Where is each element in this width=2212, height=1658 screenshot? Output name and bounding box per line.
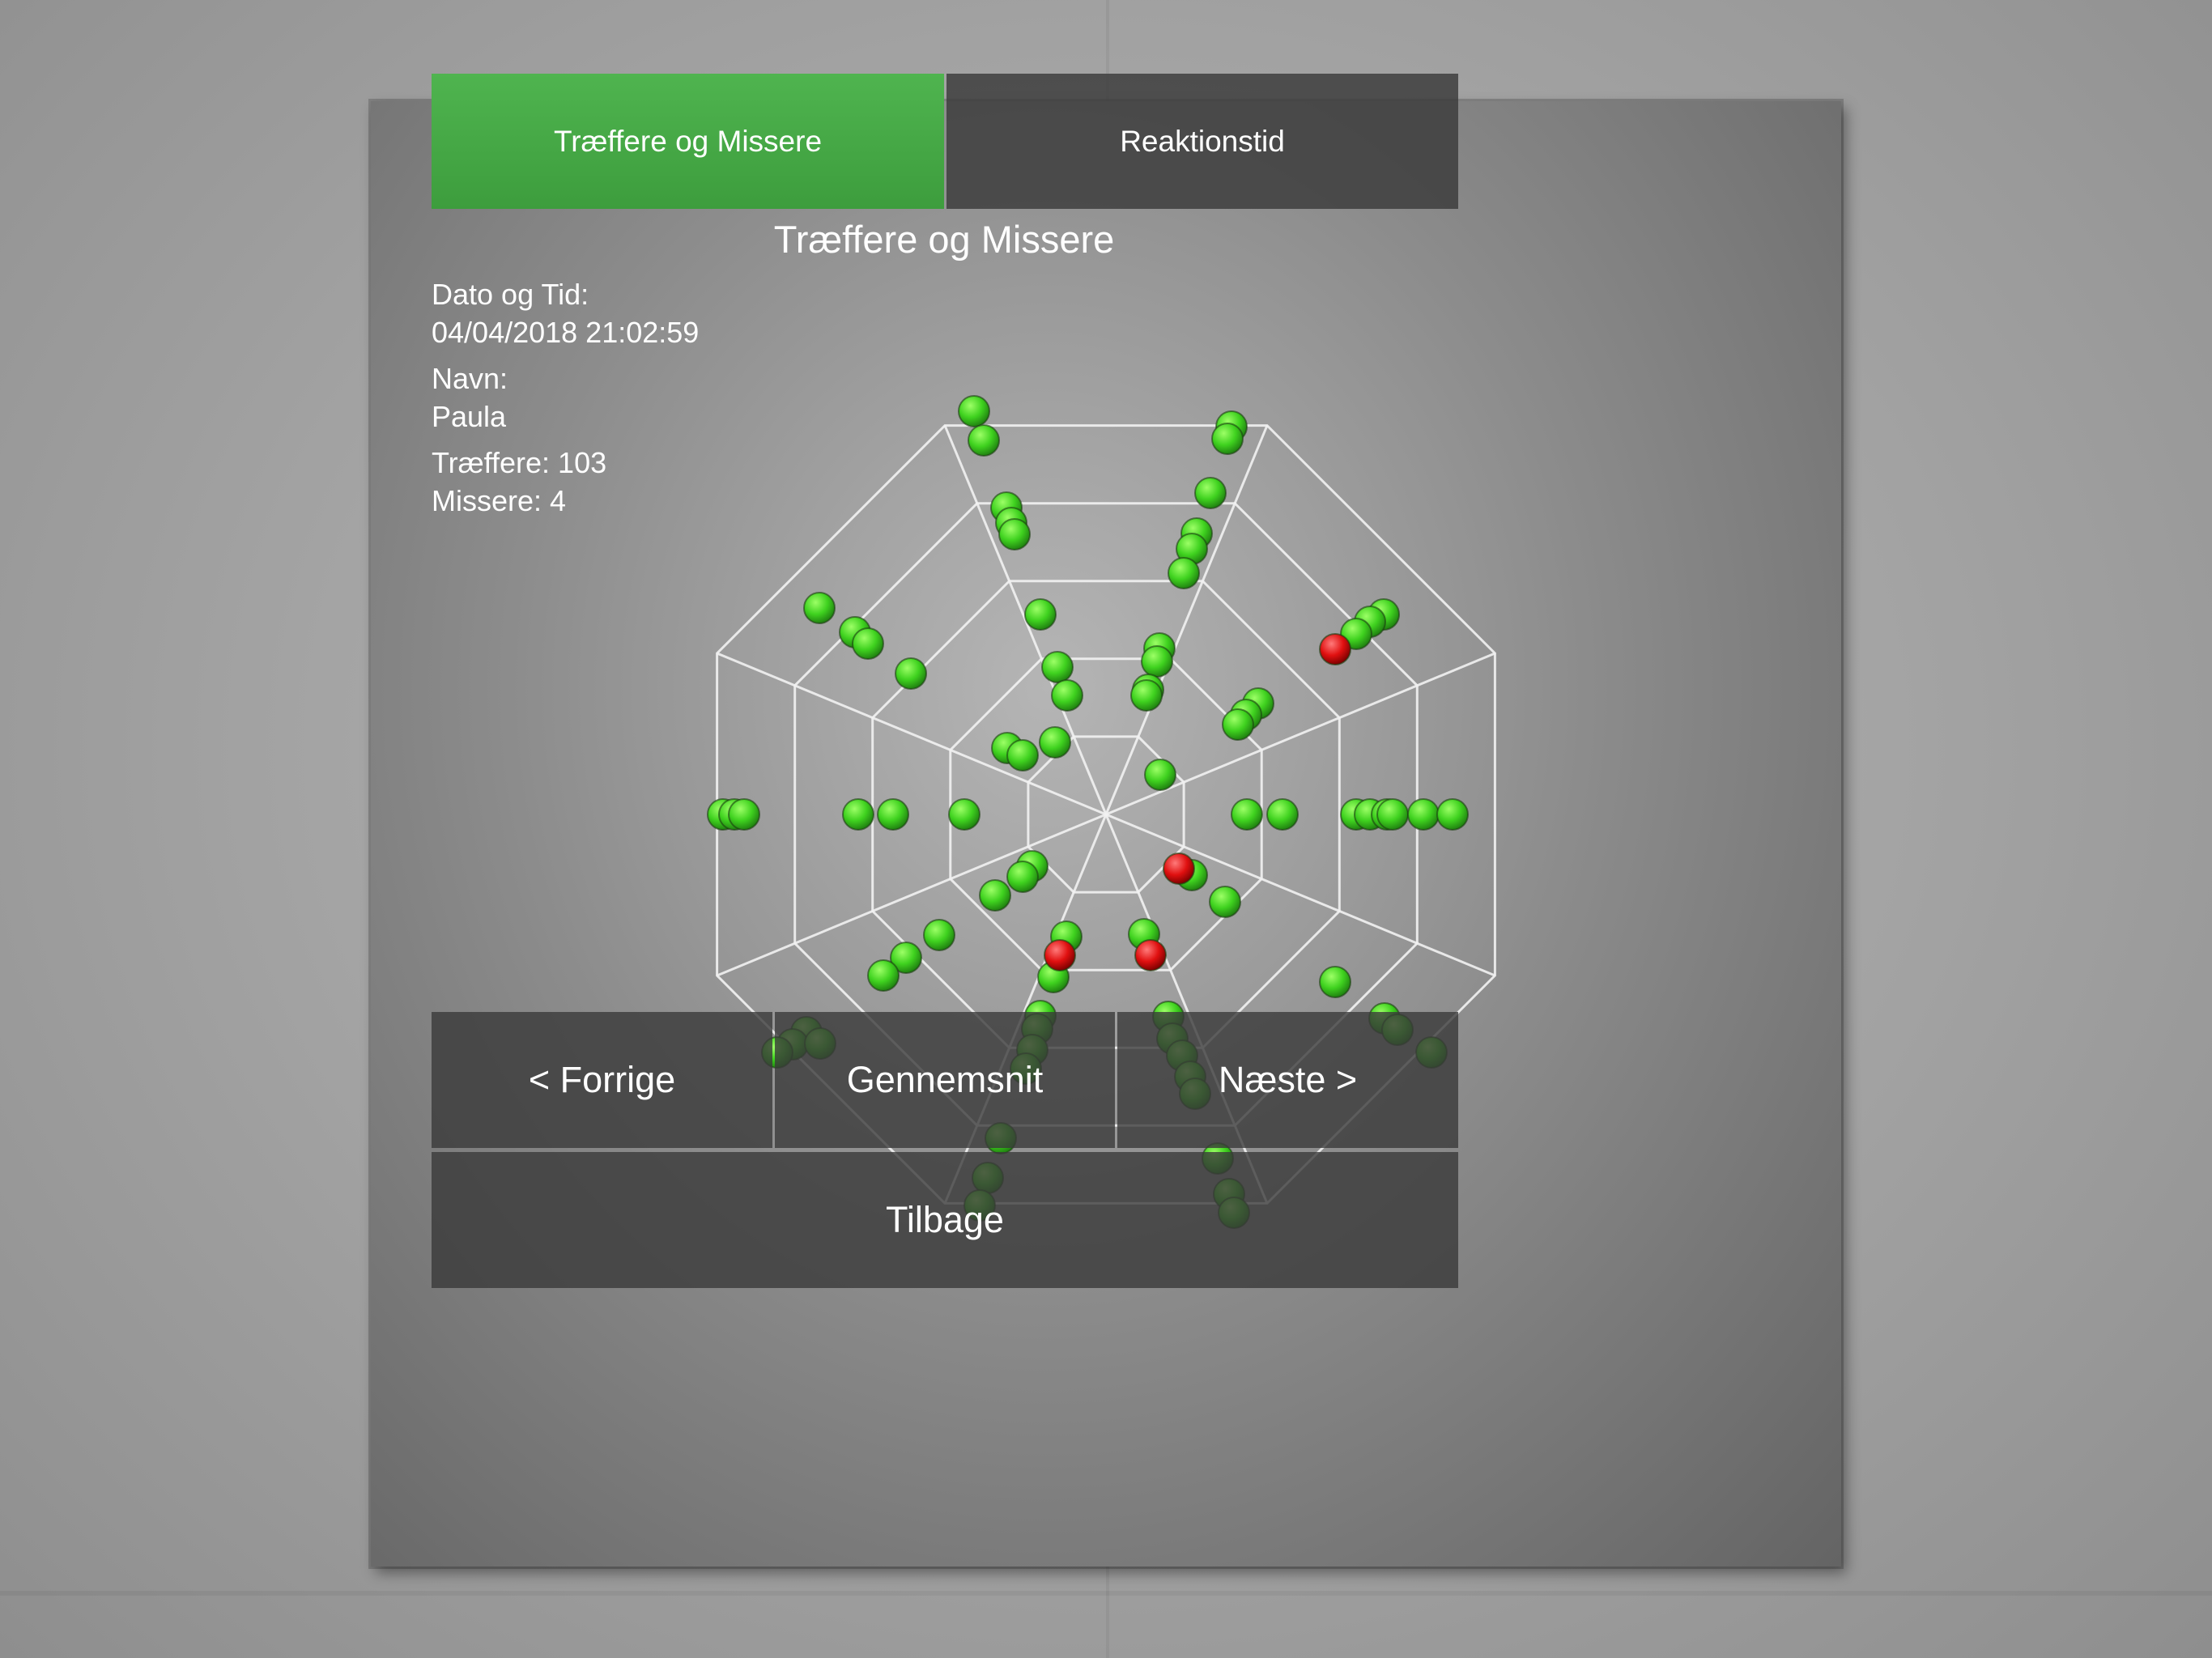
hit-marker <box>1006 861 1039 893</box>
hit-marker <box>1144 759 1176 791</box>
hit-marker <box>1266 798 1299 831</box>
hit-marker <box>1006 739 1039 772</box>
hit-marker <box>1376 798 1409 831</box>
hit-marker <box>923 919 955 951</box>
hit-marker <box>1211 423 1244 455</box>
hit-marker <box>1039 726 1071 759</box>
hit-marker <box>998 518 1031 551</box>
hit-marker <box>1051 679 1083 712</box>
target-web-diagram <box>707 395 1496 1229</box>
previous-button[interactable]: < Forrige <box>432 1012 772 1148</box>
miss-marker <box>1044 939 1076 971</box>
hit-marker <box>968 424 1000 457</box>
hit-marker <box>1319 966 1351 998</box>
hit-marker <box>842 798 874 831</box>
hit-marker <box>1209 886 1241 918</box>
hit-marker <box>803 592 836 624</box>
hit-marker <box>1024 598 1057 631</box>
hit-marker <box>1194 477 1227 509</box>
hit-marker <box>979 879 1011 912</box>
hit-marker <box>958 395 990 427</box>
miss-marker <box>1163 852 1195 885</box>
hit-marker <box>948 798 981 831</box>
hit-marker <box>895 657 927 690</box>
hit-marker <box>1130 679 1163 712</box>
hit-marker <box>1407 798 1440 831</box>
hit-marker <box>1041 651 1074 683</box>
hit-marker <box>1168 557 1200 589</box>
hit-marker <box>1436 798 1469 831</box>
hit-marker <box>852 627 884 660</box>
hit-marker <box>728 798 760 831</box>
hit-marker <box>877 798 909 831</box>
back-button[interactable]: Tilbage <box>432 1152 1458 1288</box>
hit-marker <box>867 959 900 992</box>
hit-marker <box>1222 708 1254 741</box>
miss-marker <box>1319 633 1351 665</box>
miss-marker <box>1134 939 1167 971</box>
average-button[interactable]: Gennemsnit <box>775 1012 1115 1148</box>
next-button[interactable]: Næste > <box>1117 1012 1458 1148</box>
hit-marker <box>1141 645 1173 678</box>
hit-marker <box>1231 798 1263 831</box>
